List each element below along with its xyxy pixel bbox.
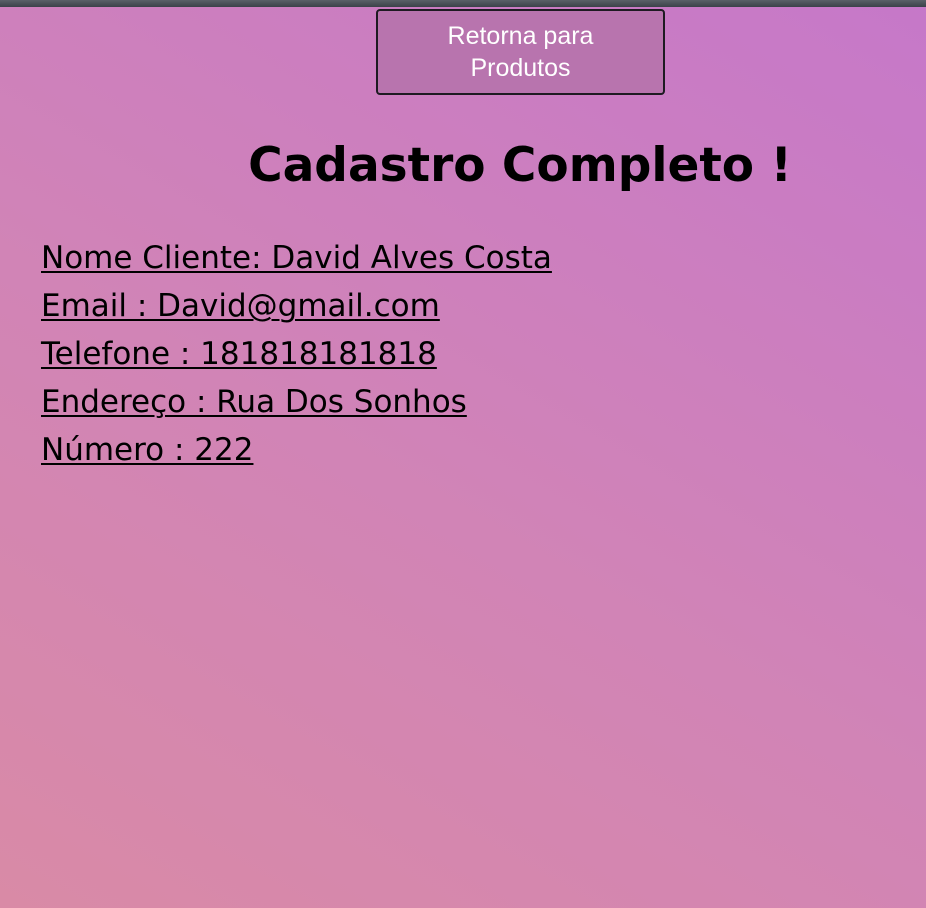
page-title: Cadastro Completo ! — [248, 138, 792, 193]
customer-name[interactable]: Nome Cliente: David Alves Costa — [41, 234, 552, 282]
customer-address[interactable]: Endereço : Rua Dos Sonhos — [41, 378, 552, 426]
customer-email[interactable]: Email : David@gmail.com — [41, 282, 552, 330]
customer-details-list: Nome Cliente: David Alves Costa Email : … — [41, 234, 552, 474]
customer-phone[interactable]: Telefone : 181818181818 — [41, 330, 552, 378]
customer-number[interactable]: Número : 222 — [41, 426, 552, 474]
return-to-products-label: Retorna para Produtos — [447, 22, 594, 82]
return-to-products-button[interactable]: Retorna para Produtos — [376, 9, 665, 95]
browser-top-edge — [0, 0, 926, 7]
